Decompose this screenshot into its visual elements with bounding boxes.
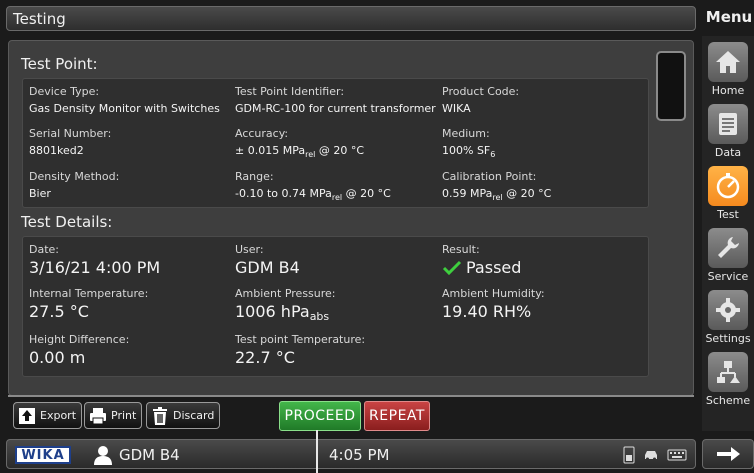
- arrow-right-icon: [717, 447, 740, 461]
- printer-icon: [90, 407, 106, 424]
- density-method-field: Density Method: Bier: [29, 170, 120, 200]
- menu-item-settings[interactable]: Settings: [702, 286, 754, 348]
- product-code-field: Product Code: WIKA: [442, 85, 520, 115]
- menu-item-label: Settings: [705, 332, 751, 345]
- identifier-field: Test Point Identifier: GDM-RC-100 for cu…: [235, 85, 436, 115]
- menu-item-data[interactable]: Data: [702, 100, 754, 162]
- gauge-icon: [708, 166, 748, 206]
- menu-item-home[interactable]: Home: [702, 38, 754, 100]
- trash-icon: [153, 406, 167, 425]
- test-point-title: Test Point:: [21, 55, 98, 73]
- gear-icon: [708, 290, 748, 330]
- menu-item-label: Scheme: [705, 394, 751, 407]
- ambient-pressure-field: Ambient Pressure: 1006 hPaabs: [235, 287, 336, 323]
- internal-temp-field: Internal Temperature: 27.5 °C: [29, 287, 149, 321]
- car-icon: [645, 451, 657, 461]
- keyboard-icon: [667, 449, 687, 461]
- print-button[interactable]: Print: [84, 402, 143, 429]
- result-field: Result: Passed: [442, 243, 522, 277]
- discard-button[interactable]: Discard: [146, 402, 221, 429]
- user-icon: [94, 446, 112, 465]
- status-clock: 4:05 PM: [329, 446, 390, 464]
- serial-field: Serial Number: 8801ked2: [29, 127, 112, 157]
- menu-title: Menu: [705, 8, 753, 26]
- calibration-point-field: Calibration Point: 0.59 MParel @ 20 °C: [442, 170, 552, 202]
- ambient-humidity-field: Ambient Humidity: 19.40 RH%: [442, 287, 545, 321]
- result-value: Passed: [466, 258, 522, 277]
- wrench-icon: [708, 228, 748, 268]
- check-icon: [442, 260, 462, 275]
- title-bar: Testing: [6, 6, 696, 31]
- repeat-button[interactable]: REPEAT: [364, 401, 430, 431]
- range-field: Range: -0.10 to 0.74 MParel @ 20 °C: [235, 170, 391, 202]
- status-bar: WIKA GDM B4 4:05 PM: [6, 439, 696, 469]
- accuracy-field: Accuracy: ± 0.015 MParel @ 20 °C: [235, 127, 365, 159]
- test-details-card: Date: 3/16/21 4:00 PM User: GDM B4 Resul…: [22, 236, 649, 377]
- height-difference-field: Height Difference: 0.00 m: [29, 333, 130, 367]
- test-details-title: Test Details:: [21, 213, 113, 231]
- main-panel: Test Point: Device Type: Gas Density Mon…: [8, 40, 694, 396]
- scheme-icon: [708, 352, 748, 392]
- tp-temp-field: Test point Temperature: 22.7 °C: [235, 333, 366, 367]
- status-user: GDM B4: [93, 445, 180, 465]
- date-field: Date: 3/16/21 4:00 PM: [29, 243, 161, 277]
- export-button[interactable]: Export: [13, 402, 83, 429]
- menu-item-label: Home: [711, 84, 745, 97]
- menu-item-test[interactable]: Test: [702, 162, 754, 224]
- menu-item-scheme[interactable]: Scheme: [702, 348, 754, 410]
- device-type-field: Device Type: Gas Density Monitor with Sw…: [29, 85, 220, 115]
- document-icon: [708, 104, 748, 144]
- menu-item-label: Service: [707, 270, 749, 283]
- menu-item-label: Test: [717, 208, 739, 221]
- menu-item-label: Data: [714, 146, 742, 159]
- button-bar-divider: [8, 395, 694, 397]
- side-menu: Home Data Test Service Settings Scheme: [702, 36, 754, 431]
- export-icon: [19, 407, 35, 424]
- status-icons: [623, 446, 687, 464]
- test-point-card: Device Type: Gas Density Monitor with Sw…: [22, 78, 649, 208]
- proceed-button[interactable]: PROCEED: [279, 401, 361, 431]
- wika-logo: WIKA: [15, 446, 71, 464]
- menu-item-service[interactable]: Service: [702, 224, 754, 286]
- usb-icon: [623, 446, 635, 464]
- time-divider: [316, 430, 318, 473]
- home-icon: [708, 42, 748, 82]
- scrollbar-thumb[interactable]: [656, 51, 686, 121]
- next-button[interactable]: [702, 439, 754, 469]
- status-user-name: GDM B4: [119, 446, 180, 464]
- user-field: User: GDM B4: [235, 243, 300, 277]
- page-title: Testing: [13, 9, 66, 28]
- medium-field: Medium: 100% SF6: [442, 127, 496, 159]
